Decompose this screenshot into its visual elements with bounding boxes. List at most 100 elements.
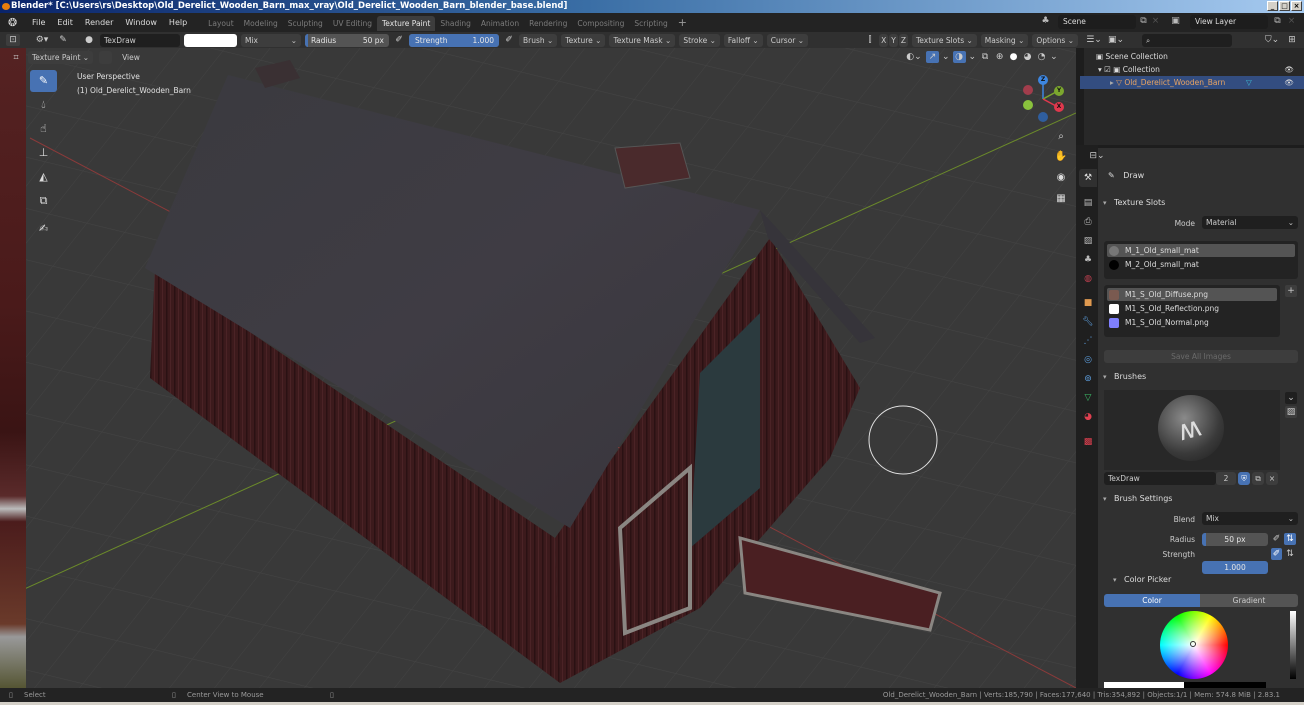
tab-object-icon[interactable]: ■ — [1079, 294, 1097, 312]
shading-wireframe-icon[interactable]: ⊕ — [994, 51, 1005, 63]
menu-file[interactable]: File — [26, 13, 51, 32]
radius-slider[interactable]: Radius 50 px — [305, 33, 389, 47]
pressure-strength-icon[interactable]: ✐ — [1271, 548, 1282, 560]
chevron-down-icon[interactable]: ⌄ — [1050, 51, 1058, 63]
tab-texture-paint[interactable]: Texture Paint — [376, 16, 436, 31]
tab-modeling[interactable]: Modeling — [239, 16, 283, 31]
mode-selector[interactable]: Texture Paint ⌄ — [28, 51, 94, 64]
image-slot-item[interactable]: M1_S_Old_Reflection.png — [1107, 302, 1277, 315]
paint-mask-toggle[interactable] — [99, 51, 113, 64]
unlink-brush-icon[interactable]: × — [1266, 472, 1278, 485]
material-slot-item[interactable]: M_2_Old_small_mat — [1107, 258, 1295, 271]
3d-viewport[interactable] — [0, 48, 1076, 688]
tab-constraints-icon[interactable]: ⊚ — [1079, 370, 1097, 388]
blend-mode-dropdown[interactable]: Mix ⌄ — [241, 33, 301, 47]
tab-modifiers-icon[interactable]: 🔧︎ — [1079, 313, 1097, 331]
maximize-button[interactable]: □ — [1279, 1, 1290, 11]
add-texture-slot-button[interactable]: + — [1285, 285, 1297, 297]
new-collection-icon[interactable]: ⊞ — [1286, 34, 1298, 46]
blender-menu-icon[interactable]: ❂ — [8, 16, 22, 29]
gizmo-neg-y[interactable] — [1023, 100, 1033, 110]
tab-texture-icon[interactable]: ▩ — [1079, 433, 1097, 451]
pressure-radius-icon[interactable]: ✐ — [1271, 533, 1282, 545]
scene-icon[interactable]: ♣ — [1040, 16, 1051, 27]
pan-hand-icon[interactable]: ✋ — [1052, 148, 1070, 166]
display-mode-icon[interactable]: ▣⌄ — [1108, 34, 1124, 46]
tab-physics-icon[interactable]: ◎ — [1079, 351, 1097, 369]
perspective-grid-icon[interactable]: ▦ — [1052, 190, 1070, 208]
image-slot-item[interactable]: M1_S_Old_Diffuse.png — [1107, 288, 1277, 301]
tool-fill[interactable]: ◭ — [30, 166, 57, 188]
visibility-eye-icon[interactable]: 👁︎ — [1284, 76, 1294, 89]
tab-tool-icon[interactable]: ⚒ — [1079, 169, 1097, 187]
tab-view-layer-icon[interactable]: ▨ — [1079, 232, 1097, 250]
tab-scene-icon[interactable]: ♣ — [1079, 251, 1097, 269]
panel-brushes[interactable]: Brushes — [1100, 368, 1302, 386]
brush-preview-icon[interactable]: ● — [82, 34, 96, 46]
gizmo-y[interactable]: Y — [1054, 86, 1064, 96]
panel-brush-settings[interactable]: Brush Settings — [1100, 490, 1302, 508]
mirror-z-toggle[interactable]: Z — [898, 33, 908, 47]
delete-scene-icon[interactable]: × — [1150, 16, 1161, 27]
brush-users-count[interactable]: 2 — [1216, 472, 1236, 485]
menu-edit[interactable]: Edit — [51, 13, 79, 32]
scene-selector[interactable]: Scene — [1058, 15, 1136, 29]
tab-color[interactable]: Color — [1104, 594, 1200, 607]
gizmo-neg-x[interactable] — [1023, 85, 1033, 95]
brush-name-field[interactable]: TexDraw — [100, 33, 180, 47]
properties-type-icon[interactable]: ⊟⌄ — [1088, 150, 1106, 162]
tool-smear[interactable]: ☝ — [30, 118, 57, 140]
view-layer-selector[interactable]: View Layer — [1190, 15, 1268, 29]
mirror-x-toggle[interactable]: X — [879, 33, 889, 47]
add-workspace-button[interactable]: + — [673, 16, 692, 29]
tool-annotate[interactable]: ✍ — [30, 218, 57, 240]
menu-texture-slots[interactable]: Texture Slots ⌄ — [911, 33, 977, 47]
menu-render[interactable]: Render — [79, 13, 119, 32]
tab-scripting[interactable]: Scripting — [629, 16, 672, 31]
image-slot-list[interactable]: M1_S_Old_Diffuse.png M1_S_Old_Reflection… — [1104, 285, 1280, 337]
checkbox-icon[interactable]: ☑ — [1104, 65, 1113, 74]
tab-output-icon[interactable]: ⎙ — [1079, 213, 1097, 231]
gizmo-toggle-icon[interactable]: ↗ — [926, 51, 939, 63]
shading-material-icon[interactable]: ◕ — [1022, 51, 1033, 63]
menu-help[interactable]: Help — [163, 13, 193, 32]
mirror-y-toggle[interactable]: Y — [889, 33, 898, 47]
tab-uv-editing[interactable]: UV Editing — [328, 16, 377, 31]
radius-slider[interactable]: 50 px — [1202, 533, 1268, 546]
brush-name-field[interactable]: TexDraw — [1104, 472, 1216, 485]
new-scene-icon[interactable]: ⧉ — [1138, 16, 1149, 27]
tab-world-icon[interactable]: ◍ — [1079, 270, 1097, 288]
gizmo-x[interactable]: X — [1054, 102, 1064, 112]
editor-type-icon[interactable]: ⊡ — [6, 34, 20, 46]
chevron-down-icon[interactable]: ⌄ — [942, 51, 950, 63]
pressure-strength-icon[interactable]: ✐ — [503, 34, 515, 46]
outliner-type-icon[interactable]: ☰⌄ — [1086, 34, 1102, 46]
brush-color-swatch[interactable] — [184, 33, 237, 47]
brush-preview[interactable]: ʍ — [1104, 390, 1280, 470]
menu-stroke[interactable]: Stroke ⌄ — [679, 33, 720, 47]
menu-options[interactable]: Options ⌄ — [1032, 33, 1078, 47]
pressure-radius-icon[interactable]: ✐ — [393, 34, 405, 46]
tab-animation[interactable]: Animation — [476, 16, 524, 31]
tab-shading[interactable]: Shading — [435, 16, 475, 31]
tab-compositing[interactable]: Compositing — [572, 16, 629, 31]
outliner-object[interactable]: ▸ ▽ Old_Derelict_Wooden_Barn ▽ 👁︎ — [1080, 76, 1304, 89]
material-slot-list[interactable]: M_1_Old_small_mat M_2_Old_small_mat — [1104, 241, 1298, 279]
strength-pressure-toggle-icon[interactable]: ⇅ — [1284, 548, 1296, 560]
strength-slider[interactable]: Strength 1.000 — [409, 33, 499, 47]
menu-falloff[interactable]: Falloff ⌄ — [723, 33, 763, 47]
radius-unit-icon[interactable]: ⇅ — [1284, 533, 1296, 545]
menu-cursor[interactable]: Cursor ⌄ — [766, 33, 809, 47]
menu-brush[interactable]: Brush ⌄ — [519, 33, 558, 47]
tool-clone[interactable]: ⊥ — [30, 142, 57, 164]
tool-picker-icon[interactable]: ⚙▾ — [32, 34, 52, 46]
material-slot-item[interactable]: M_1_Old_small_mat — [1107, 244, 1295, 257]
fake-user-shield-icon[interactable]: ⛨ — [1238, 472, 1250, 485]
menu-masking[interactable]: Masking ⌄ — [980, 33, 1029, 47]
tab-layout[interactable]: Layout — [203, 16, 239, 31]
tab-particles-icon[interactable]: ⋰ — [1079, 332, 1097, 350]
overlay-toggle-icon[interactable]: ◑ — [952, 51, 966, 63]
close-button[interactable]: × — [1291, 1, 1302, 11]
value-slider[interactable] — [1290, 611, 1296, 679]
color-wheel[interactable] — [1160, 611, 1228, 679]
